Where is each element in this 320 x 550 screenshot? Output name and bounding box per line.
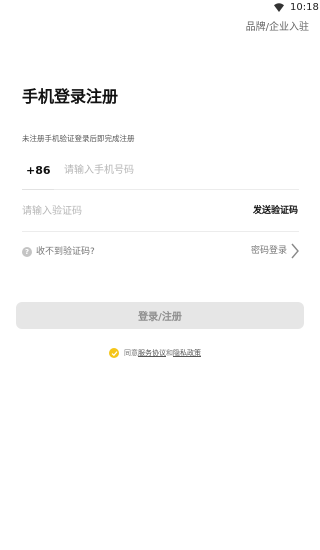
phone-divider — [22, 189, 299, 190]
chevron-right-icon — [291, 243, 299, 259]
no-code-help-link[interactable]: ? 收不到验证码? — [22, 245, 95, 259]
agreement-prefix: 同意 — [124, 348, 138, 357]
login-screen: 10:18 品牌/企业入驻 手机登录注册 未注册手机验证登录后即完成注册 +86… — [0, 0, 320, 550]
status-bar: 10:18 — [0, 0, 320, 16]
subtitle: 未注册手机验证登录后即完成注册 — [22, 134, 135, 143]
verification-code-input[interactable] — [22, 203, 222, 219]
country-code-divider — [22, 189, 54, 190]
service-agreement-link[interactable]: 服务协议 — [138, 349, 166, 357]
phone-input[interactable] — [64, 162, 294, 178]
privacy-policy-link[interactable]: 隐私政策 — [173, 349, 201, 357]
no-code-help-label: 收不到验证码? — [36, 246, 95, 257]
send-code-button[interactable]: 发送验证码 — [253, 204, 298, 218]
agree-checkbox[interactable] — [109, 348, 119, 358]
password-login-label: 密码登录 — [250, 245, 287, 256]
help-icon: ? — [22, 247, 32, 257]
country-code-selector[interactable]: +86 — [26, 163, 51, 178]
login-register-button[interactable]: 登录/注册 — [16, 302, 304, 329]
agreement-row: 同意服务协议和隐私政策 — [109, 347, 201, 359]
code-divider — [22, 231, 299, 232]
page-title: 手机登录注册 — [22, 87, 119, 106]
agreement-text: 同意服务协议和隐私政策 — [124, 348, 201, 359]
check-icon — [111, 350, 117, 356]
agreement-and: 和 — [166, 348, 173, 357]
password-login-link[interactable]: 密码登录 — [251, 243, 300, 259]
wifi-icon — [274, 3, 284, 12]
brand-entry-link[interactable]: 品牌/企业入驻 — [246, 21, 309, 35]
status-time: 10:18 — [290, 2, 319, 13]
